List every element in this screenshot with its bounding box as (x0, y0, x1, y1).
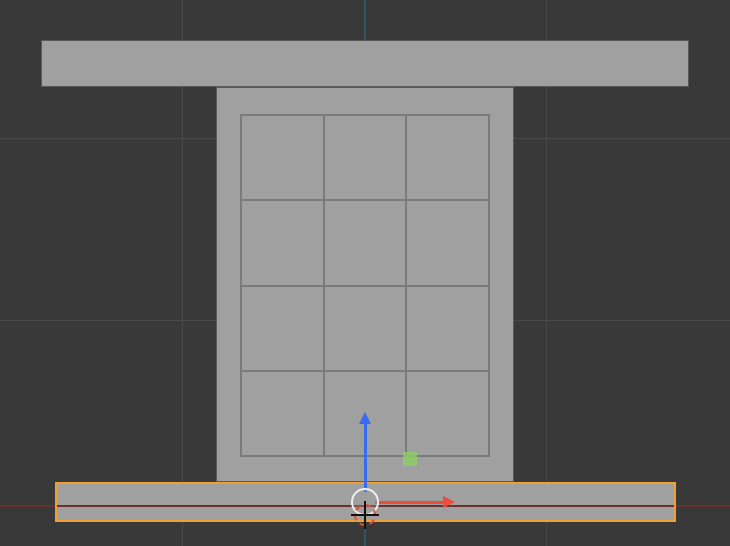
panel-cell (406, 286, 489, 371)
mesh-bottom-beam-selected[interactable] (55, 482, 676, 522)
panel-cell (324, 115, 407, 200)
mesh-door-panel-grid[interactable] (240, 114, 490, 457)
viewport-3d[interactable] (0, 0, 730, 546)
panel-cell (324, 200, 407, 285)
panel-cell (406, 371, 489, 456)
axis-x-line (0, 505, 730, 507)
mesh-top-beam[interactable] (41, 40, 689, 87)
panel-cell (406, 200, 489, 285)
panel-cell (241, 115, 324, 200)
panel-cell (406, 115, 489, 200)
panel-cell (241, 200, 324, 285)
panel-cell (324, 286, 407, 371)
panel-cell (241, 286, 324, 371)
panel-cell (241, 371, 324, 456)
panel-cell (324, 371, 407, 456)
